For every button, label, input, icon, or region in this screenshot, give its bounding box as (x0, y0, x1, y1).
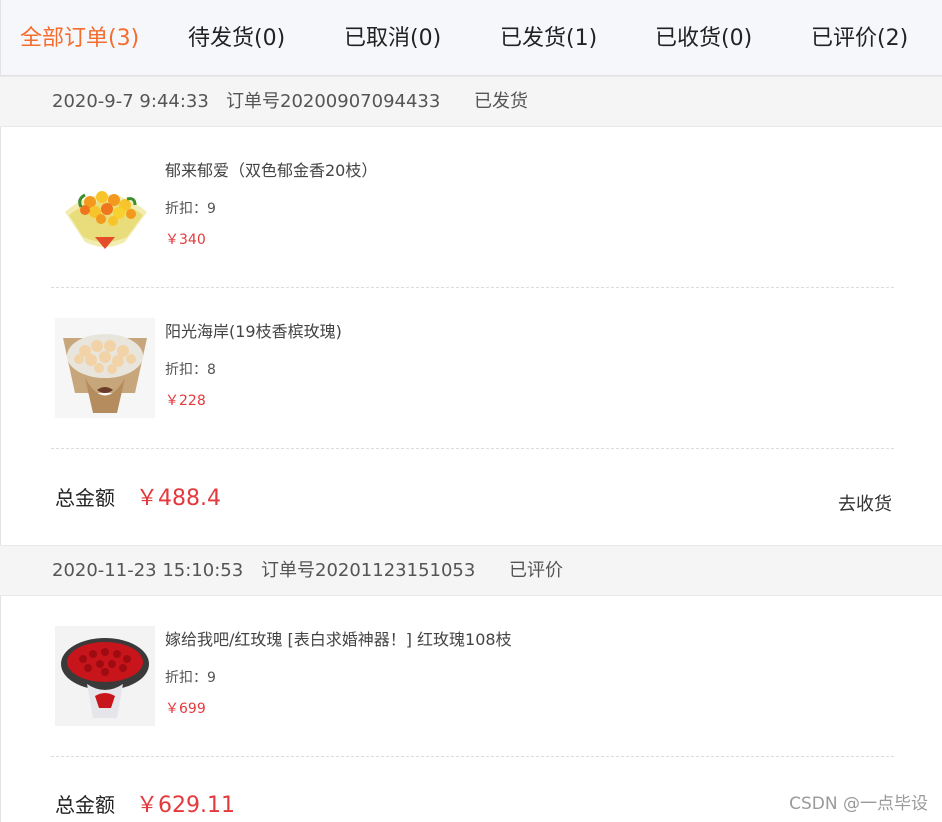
tab-pending-shipment[interactable]: 待发货(0) (188, 24, 285, 54)
item-discount: 折扣：9 (165, 201, 216, 217)
total-amount-value: ￥488.4 (136, 486, 221, 511)
tulip-bouquet-image (55, 157, 155, 257)
tab-cancelled[interactable]: 已取消(0) (344, 24, 441, 54)
item-price: ￥228 (165, 393, 206, 409)
tab-all-orders[interactable]: 全部订单(3) (20, 24, 139, 54)
item-price: ￥699 (165, 701, 206, 717)
order-header: 2020-9-7 9:44:33 订单号20200907094433 已发货 (0, 76, 942, 127)
order-status: 已评价 (509, 560, 563, 581)
order-number: 订单号20201123151053 (261, 560, 476, 581)
tab-reviewed[interactable]: 已评价(2) (811, 24, 908, 54)
total-amount-label: 总金额 (55, 486, 115, 510)
order-card: 郁来郁爱（双色郁金香20枝） 折扣：9 ￥340 阳光海岸(19枝香槟玫瑰) 折… (0, 127, 942, 545)
red-rose-bouquet-image (55, 626, 155, 726)
item-name[interactable]: 嫁给我吧/红玫瑰 [表白求婚神器！] 红玫瑰108枝 (165, 626, 512, 650)
total-amount-value: ￥629.11 (136, 793, 235, 818)
order-item[interactable]: 嫁给我吧/红玫瑰 [表白求婚神器！] 红玫瑰108枝 折扣：9 ￥699 (51, 596, 894, 757)
tab-received[interactable]: 已收货(0) (655, 24, 752, 54)
champagne-rose-bouquet-image (55, 318, 155, 418)
order-date: 2020-9-7 9:44:33 (52, 91, 209, 112)
item-discount: 折扣：9 (165, 670, 216, 686)
confirm-receipt-button[interactable]: 去收货 (838, 490, 892, 516)
order-status: 已发货 (474, 91, 528, 112)
order-header: 2020-11-23 15:10:53 订单号20201123151053 已评… (0, 545, 942, 596)
item-price: ￥340 (165, 232, 206, 248)
tab-shipped[interactable]: 已发货(1) (500, 24, 597, 54)
item-discount: 折扣：8 (165, 362, 216, 378)
order-item[interactable]: 郁来郁爱（双色郁金香20枝） 折扣：9 ￥340 (51, 127, 894, 288)
csdn-watermark: CSDN @一点毕设 (789, 794, 928, 814)
item-name[interactable]: 郁来郁爱（双色郁金香20枝） (165, 157, 377, 181)
order-date: 2020-11-23 15:10:53 (52, 560, 244, 581)
total-amount-label: 总金额 (55, 793, 115, 817)
order-number: 订单号20200907094433 (226, 91, 441, 112)
order-item[interactable]: 阳光海岸(19枝香槟玫瑰) 折扣：8 ￥228 (51, 288, 894, 449)
order-status-tabs: 全部订单(3) 待发货(0) 已取消(0) 已发货(1) 已收货(0) 已评价(… (0, 0, 942, 76)
item-name[interactable]: 阳光海岸(19枝香槟玫瑰) (165, 318, 342, 342)
